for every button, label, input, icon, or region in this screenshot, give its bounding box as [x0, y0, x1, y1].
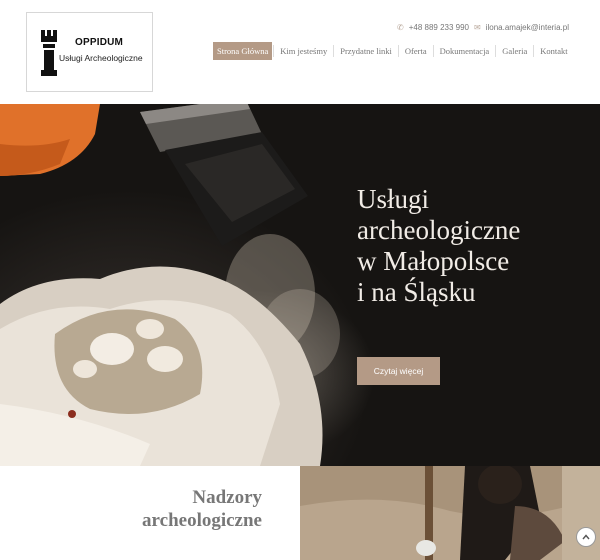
hero-heading-line: i na Śląsku: [357, 277, 476, 307]
phone-icon: ✆: [397, 22, 404, 32]
email-address: ilona.amajek@interia.pl: [485, 22, 569, 32]
site-header: OPPIDUM Usługi Archeologiczne ✆ +48 889 …: [0, 0, 600, 104]
hero-heading: Usługi archeologiczne w Małopolsce i na …: [357, 184, 520, 308]
main-navigation: Strona Główna Kim jesteśmy Przydatne lin…: [213, 42, 573, 60]
section-heading-line: archeologiczne: [142, 510, 262, 531]
hero-heading-line: w Małopolsce: [357, 246, 510, 276]
contact-email[interactable]: ✉ ilona.amajek@interia.pl: [474, 21, 569, 33]
tower-icon: [41, 30, 57, 76]
nav-item-gallery[interactable]: Galeria: [497, 42, 532, 60]
section-heading-line: Nadzory: [192, 487, 262, 508]
hero-heading-line: Usługi: [357, 184, 430, 214]
hero-heading-line: archeologiczne: [357, 215, 521, 245]
services-section: Nadzory archeologiczne: [0, 466, 600, 560]
contact-phone[interactable]: ✆ +48 889 233 990: [397, 21, 469, 33]
hero-banner: Usługi archeologiczne w Małopolsce i na …: [0, 104, 600, 466]
logo-subtitle: Usługi Archeologiczne: [59, 53, 143, 63]
read-more-button[interactable]: Czytaj więcej: [357, 357, 440, 385]
envelope-icon: ✉: [474, 22, 481, 32]
nav-item-documentation[interactable]: Dokumentacja: [435, 42, 495, 60]
logo-title: OPPIDUM: [75, 37, 124, 48]
phone-number: +48 889 233 990: [408, 22, 469, 32]
nav-separator: [495, 45, 497, 57]
nav-separator: [273, 45, 275, 57]
nav-separator: [432, 45, 434, 57]
logo[interactable]: OPPIDUM Usługi Archeologiczne: [26, 12, 153, 92]
section-photo: [300, 466, 600, 560]
chevron-up-icon: [582, 534, 590, 540]
excavation-photo: [300, 466, 600, 560]
nav-separator: [533, 45, 535, 57]
nav-item-contact[interactable]: Kontakt: [535, 42, 572, 60]
nav-separator: [397, 45, 399, 57]
scroll-to-top-button[interactable]: [576, 527, 596, 547]
nav-item-home[interactable]: Strona Główna: [213, 42, 273, 60]
nav-item-offer[interactable]: Oferta: [400, 42, 432, 60]
nav-separator: [333, 45, 335, 57]
nav-item-links[interactable]: Przydatne linki: [335, 42, 397, 60]
nav-item-about[interactable]: Kim jesteśmy: [275, 42, 332, 60]
section-heading: Nadzory archeologiczne: [142, 486, 262, 532]
